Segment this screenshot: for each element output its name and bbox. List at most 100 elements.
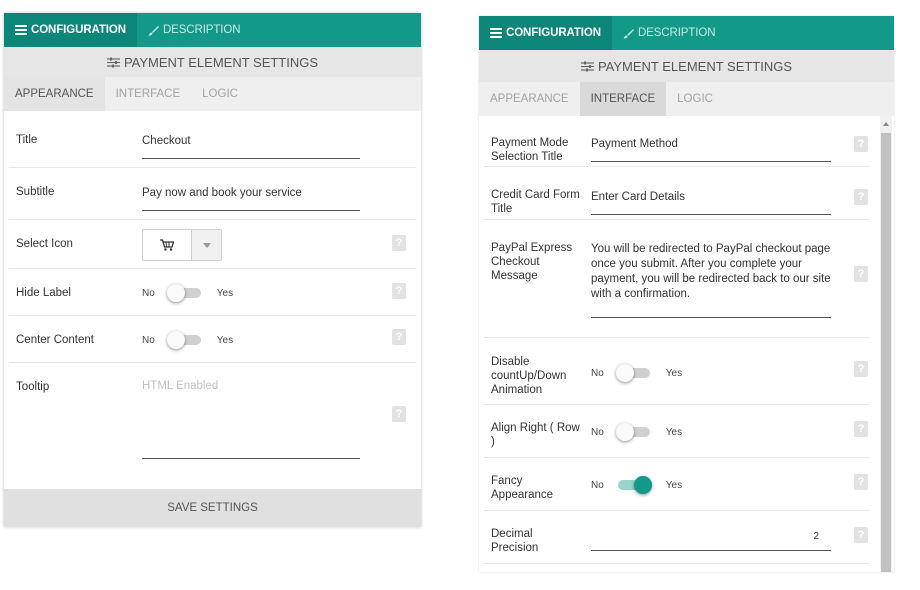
tab-configuration[interactable]: CONFIGURATION: [4, 13, 137, 47]
title-label: Title: [16, 134, 38, 146]
credit-card-title-label: Credit Card Form Title: [491, 189, 580, 215]
subtitle-row: Subtitle Pay now and book your service: [9, 168, 416, 220]
center-content-row: Center Content No Yes ?: [9, 316, 416, 363]
align-right-switch: No Yes: [591, 422, 682, 442]
top-tabs: CONFIGURATION DESCRIPTION: [479, 16, 894, 50]
select-icon-row: Select Icon ?: [9, 220, 416, 269]
tab-logic[interactable]: LOGIC: [666, 82, 724, 116]
cart-icon: [143, 230, 191, 260]
help-icon[interactable]: ?: [392, 329, 406, 345]
tab-description-label: DESCRIPTION: [162, 24, 241, 36]
toggle-yes-label: Yes: [665, 479, 683, 491]
vertical-scrollbar[interactable]: [880, 116, 892, 572]
sub-tabs: APPEARANCE INTERFACE LOGIC: [479, 82, 894, 116]
toggle-yes-label: Yes: [216, 287, 234, 299]
settings-header: PAYMENT ELEMENT SETTINGS: [479, 50, 894, 82]
brush-icon: [148, 25, 159, 36]
decimal-precision-label: Decimal Precision: [491, 528, 539, 554]
fancy-appearance-label: Fancy Appearance: [491, 475, 554, 501]
center-content-label: Center Content: [16, 334, 94, 346]
hide-label-label: Hide Label: [16, 287, 71, 299]
help-icon[interactable]: ?: [854, 136, 868, 152]
tab-appearance[interactable]: APPEARANCE: [479, 82, 580, 116]
help-icon[interactable]: ?: [392, 235, 406, 251]
paypal-message-label: PayPal Express Checkout Message: [491, 242, 573, 282]
disable-animation-toggle[interactable]: [615, 363, 652, 383]
align-right-label: Align Right ( Row ): [491, 422, 580, 448]
settings-title: PAYMENT ELEMENT SETTINGS: [123, 54, 319, 70]
disable-animation-switch: No Yes: [591, 363, 682, 383]
toggle-no-label: No: [591, 479, 604, 491]
toggle-no-label: No: [591, 367, 604, 379]
disable-animation-row: Disable countUp/Down Animation No Yes ?: [484, 338, 870, 405]
help-icon[interactable]: ?: [854, 527, 868, 543]
icon-picker[interactable]: [142, 229, 222, 261]
align-right-toggle[interactable]: [615, 422, 652, 442]
tab-configuration-label: CONFIGURATION: [31, 24, 126, 36]
help-icon[interactable]: ?: [854, 421, 868, 437]
fancy-appearance-toggle[interactable]: [616, 475, 652, 495]
help-icon[interactable]: ?: [854, 189, 868, 205]
paypal-message-row: PayPal Express Checkout Message You will…: [484, 220, 870, 338]
tab-description[interactable]: DESCRIPTION: [137, 13, 252, 47]
right-settings-panel: CONFIGURATION DESCRIPTION PAYMENT ELEMEN…: [479, 16, 894, 572]
help-icon[interactable]: ?: [854, 266, 868, 282]
title-input[interactable]: Checkout: [142, 134, 360, 159]
paypal-message-textarea[interactable]: You will be redirected to PayPal checkou…: [591, 242, 831, 318]
scroll-up-icon[interactable]: [883, 122, 889, 126]
sliders-icon: [580, 61, 594, 72]
sub-tabs: APPEARANCE INTERFACE LOGIC: [4, 77, 421, 111]
settings-rows: Title Checkout Subtitle Pay now and book…: [4, 111, 421, 473]
tab-interface[interactable]: INTERFACE: [579, 82, 667, 116]
help-icon[interactable]: ?: [392, 406, 406, 422]
toggle-no-label: No: [591, 426, 604, 438]
toggle-yes-label: Yes: [216, 334, 234, 346]
tab-description-label: DESCRIPTION: [637, 27, 716, 39]
subtitle-label: Subtitle: [16, 186, 55, 198]
payment-mode-title-row: Payment Mode Selection Title Payment Met…: [484, 114, 870, 167]
chevron-down-icon[interactable]: [191, 230, 221, 260]
toggle-no-label: No: [142, 287, 155, 299]
toggle-no-label: No: [142, 334, 155, 346]
top-tabs: CONFIGURATION DESCRIPTION: [4, 13, 421, 47]
help-icon[interactable]: ?: [854, 474, 868, 490]
tooltip-textarea[interactable]: HTML Enabled: [142, 380, 360, 459]
hide-label-toggle[interactable]: [166, 283, 203, 303]
tab-logic[interactable]: LOGIC: [191, 77, 249, 111]
save-settings-button[interactable]: SAVE SETTINGS: [4, 489, 421, 527]
left-settings-panel: CONFIGURATION DESCRIPTION PAYMENT ELEMEN…: [4, 13, 421, 527]
subtitle-input[interactable]: Pay now and book your service: [142, 186, 360, 211]
tab-description[interactable]: DESCRIPTION: [612, 16, 727, 50]
tab-appearance[interactable]: APPEARANCE: [4, 77, 105, 111]
align-right-row: Align Right ( Row ) No Yes ?: [484, 405, 870, 458]
payment-mode-title-label: Payment Mode Selection Title: [491, 137, 569, 163]
hide-label-switch: No Yes: [142, 283, 233, 303]
tab-configuration-label: CONFIGURATION: [506, 27, 601, 39]
menu-icon: [15, 25, 27, 35]
fancy-appearance-row: Fancy Appearance No Yes ?: [484, 458, 870, 511]
tab-configuration[interactable]: CONFIGURATION: [479, 16, 612, 50]
decimal-precision-input[interactable]: 2: [591, 526, 831, 551]
toggle-yes-label: Yes: [665, 426, 683, 438]
help-icon[interactable]: ?: [392, 283, 406, 299]
settings-scroll-area[interactable]: Payment Mode Selection Title Payment Met…: [479, 114, 894, 572]
settings-header: PAYMENT ELEMENT SETTINGS: [4, 47, 421, 77]
payment-mode-title-input[interactable]: Payment Method: [591, 137, 831, 162]
credit-card-title-input[interactable]: Enter Card Details: [591, 190, 831, 215]
title-row: Title Checkout: [9, 111, 416, 168]
settings-title: PAYMENT ELEMENT SETTINGS: [597, 58, 793, 74]
fancy-appearance-switch: No Yes: [591, 475, 682, 495]
center-content-switch: No Yes: [142, 330, 233, 350]
settings-rows: Payment Mode Selection Title Payment Met…: [479, 114, 894, 564]
tooltip-label: Tooltip: [16, 381, 50, 393]
credit-card-title-row: Credit Card Form Title Enter Card Detail…: [484, 167, 870, 220]
toggle-yes-label: Yes: [665, 367, 683, 379]
brush-icon: [623, 28, 634, 39]
center-content-toggle[interactable]: [166, 330, 203, 350]
help-icon[interactable]: ?: [854, 361, 868, 377]
scrollbar-thumb[interactable]: [881, 133, 891, 572]
select-icon-label: Select Icon: [16, 238, 73, 250]
disable-animation-label: Disable countUp/Down Animation: [491, 356, 567, 396]
menu-icon: [490, 28, 502, 38]
tab-interface[interactable]: INTERFACE: [105, 77, 192, 111]
